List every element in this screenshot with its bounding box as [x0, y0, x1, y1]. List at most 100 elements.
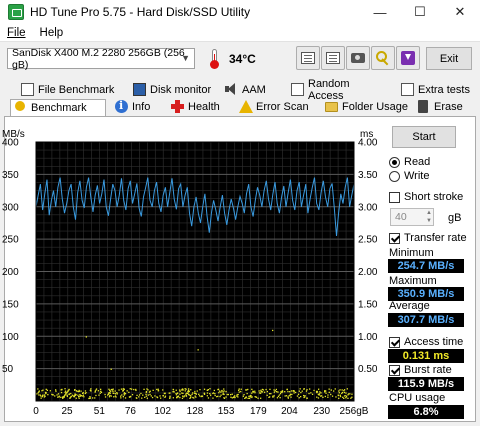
- access-time-point: [157, 390, 159, 392]
- access-time-point: [280, 391, 282, 393]
- access-time-point: [190, 389, 192, 391]
- y-tick-label-left: 150: [2, 299, 19, 310]
- tab-benchmark[interactable]: Benchmark: [10, 99, 106, 116]
- tab-file-benchmark[interactable]: File Benchmark: [18, 82, 116, 98]
- start-button[interactable]: Start: [392, 126, 456, 148]
- transfer-rate-checkbox[interactable]: Transfer rate: [389, 232, 467, 244]
- y-tick-label-left: 200: [2, 267, 19, 278]
- write-radio-dot[interactable]: [389, 170, 400, 182]
- tab-error-scan[interactable]: Error Scan: [236, 99, 320, 115]
- cpu-usage-value: 6.8%: [388, 405, 464, 419]
- access-time-point: [146, 397, 148, 399]
- x-tick-label: 25: [61, 406, 73, 417]
- access-time-point: [275, 388, 277, 391]
- access-time-point: [112, 392, 114, 394]
- write-radio[interactable]: Write: [389, 170, 429, 182]
- menu-help[interactable]: Help: [33, 27, 71, 39]
- x-tick-label: 76: [125, 406, 137, 417]
- read-radio-dot[interactable]: [389, 156, 400, 168]
- burst-rate-label: Burst rate: [404, 364, 452, 376]
- tab-label: Disk monitor: [150, 84, 212, 96]
- access-time-point: [343, 391, 346, 394]
- tab-health[interactable]: Health: [168, 99, 238, 115]
- access-time-point: [183, 395, 186, 397]
- access-time-point: [222, 393, 225, 395]
- access-time-point: [122, 389, 125, 392]
- access-time-point: [89, 396, 91, 398]
- access-time-point: [251, 396, 253, 399]
- maximum-value: 350.9 MB/s: [388, 287, 464, 301]
- access-time-point: [172, 391, 174, 393]
- access-time-point: [131, 388, 133, 390]
- x-tick-label: 51: [94, 406, 106, 417]
- access-time-point: [272, 395, 274, 397]
- access-time-point: [313, 389, 315, 392]
- access-time-point: [247, 397, 249, 399]
- tab-aam[interactable]: AAM: [222, 82, 278, 98]
- access-time-point: [104, 393, 106, 396]
- access-time-point: [303, 394, 305, 397]
- access-time-point: [337, 394, 339, 396]
- access-time-point: [319, 391, 321, 393]
- access-time-point: [195, 396, 197, 398]
- tab-random-access[interactable]: Random Access: [288, 78, 384, 102]
- tab-disk-monitor[interactable]: Disk monitor: [130, 82, 230, 98]
- tab-label: Info: [132, 101, 151, 113]
- tab-info[interactable]: Info: [112, 99, 170, 115]
- spinner-arrows-icon[interactable]: ▲ ▼: [426, 209, 432, 225]
- tab-folder-usage[interactable]: Folder Usage: [322, 99, 410, 115]
- close-button[interactable]: ✕: [440, 0, 480, 24]
- access-time-point: [318, 393, 321, 395]
- write-label: Write: [404, 170, 430, 182]
- save-button[interactable]: [396, 46, 420, 70]
- access-time-point: [203, 388, 206, 390]
- access-time-point: [71, 394, 74, 396]
- access-time-point: [317, 397, 320, 399]
- access-time-point: [286, 388, 288, 390]
- access-time-point: [118, 389, 120, 391]
- tab-extra-tests[interactable]: Extra tests: [398, 82, 476, 98]
- menu-file[interactable]: File: [0, 27, 33, 39]
- access-time-point: [164, 395, 167, 397]
- options-button[interactable]: [371, 46, 395, 70]
- x-tick-label: 179: [250, 406, 267, 417]
- tab-erase[interactable]: Erase: [414, 99, 476, 115]
- access-time-point: [192, 396, 194, 399]
- access-time-point: [39, 394, 41, 396]
- access-time-checkbox[interactable]: Access time: [389, 336, 463, 348]
- access-time-point: [273, 391, 275, 393]
- minimize-button[interactable]: —: [360, 0, 400, 24]
- access-time-point: [245, 389, 247, 391]
- access-time-point: [99, 392, 101, 394]
- access-time-point: [218, 392, 220, 394]
- y-tick-label-right: 4.00: [358, 138, 378, 149]
- exit-button[interactable]: Exit: [426, 47, 472, 70]
- transfer-rate-box[interactable]: [389, 232, 400, 244]
- short-stroke-box[interactable]: [389, 191, 400, 203]
- copy-text-button[interactable]: [296, 46, 320, 70]
- access-time-point: [85, 392, 87, 394]
- read-radio[interactable]: Read: [389, 156, 430, 168]
- burst-rate-checkbox[interactable]: Burst rate: [389, 364, 452, 376]
- access-time-point: [79, 394, 81, 396]
- access-time-box[interactable]: [389, 336, 400, 348]
- access-time-point: [78, 396, 80, 398]
- info-icon: [115, 99, 128, 113]
- access-time-point: [219, 395, 221, 398]
- maximize-button[interactable]: ☐: [400, 0, 440, 24]
- access-time-point: [182, 388, 184, 390]
- short-stroke-input[interactable]: 40 ▲ ▼: [390, 208, 434, 226]
- access-time-point: [245, 397, 247, 399]
- cpu-usage-label: CPU usage: [389, 392, 446, 404]
- copy-info-button[interactable]: [321, 46, 345, 70]
- access-time-point: [230, 394, 232, 396]
- screenshot-button[interactable]: [346, 46, 370, 70]
- access-time-point: [199, 389, 201, 391]
- drive-select[interactable]: SanDisk X400 M.2 2280 256GB (256 gB) ▼: [7, 47, 195, 71]
- access-time-point: [179, 390, 181, 392]
- access-time-point: [181, 392, 183, 394]
- short-stroke-checkbox[interactable]: Short stroke: [389, 191, 463, 203]
- access-time-point: [276, 397, 279, 399]
- access-time-point: [62, 396, 64, 398]
- burst-rate-box[interactable]: [389, 364, 400, 376]
